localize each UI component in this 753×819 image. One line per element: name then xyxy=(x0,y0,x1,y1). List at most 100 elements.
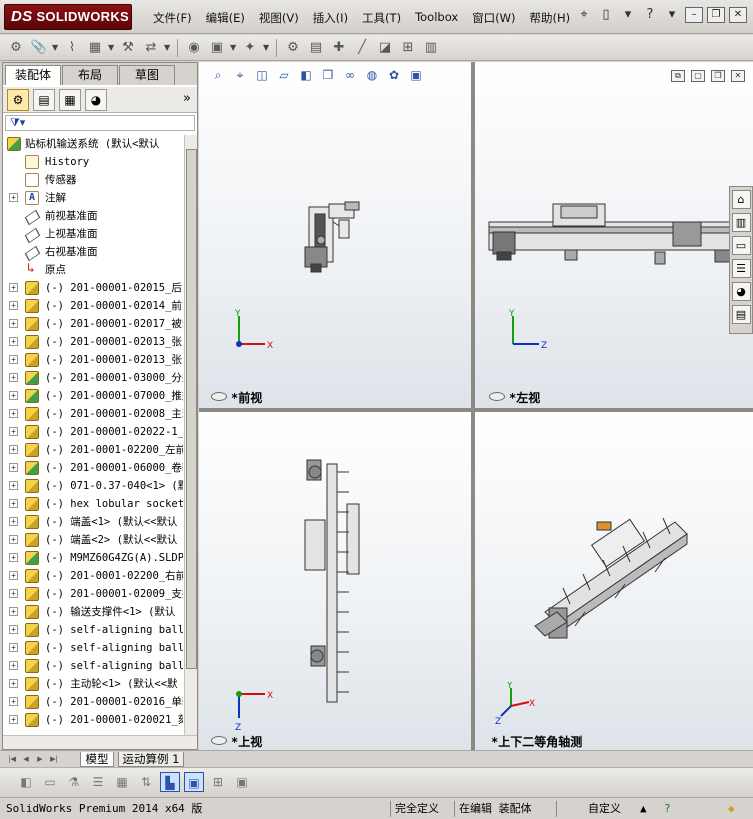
expand-icon[interactable]: + xyxy=(9,697,18,706)
instant3d-icon[interactable]: ▥ xyxy=(421,38,441,58)
reference-geometry-icon[interactable]: ✦ xyxy=(240,38,260,58)
configuration-manager-icon[interactable]: ▦ xyxy=(59,88,81,111)
close-view-icon[interactable]: ✕ xyxy=(731,70,745,82)
menu-tools[interactable]: 工具(T) xyxy=(355,8,408,28)
expand-icon[interactable]: + xyxy=(9,679,18,688)
single-view-icon[interactable]: ▢ xyxy=(691,70,705,82)
expand-icon[interactable]: + xyxy=(9,715,18,724)
property-manager-icon[interactable]: ▤ xyxy=(33,88,55,111)
expand-icon[interactable]: + xyxy=(9,643,18,652)
chevron-down-icon[interactable]: ▾ xyxy=(663,6,681,24)
status-units[interactable]: 自定义 xyxy=(588,801,621,817)
tree-item[interactable]: + (-) self-aligning ball xyxy=(3,639,183,657)
edit-appearance-icon[interactable]: ◍ xyxy=(363,66,381,84)
display-manager-icon[interactable]: ◕ xyxy=(85,88,107,111)
tree-item[interactable]: + (-) 201-00001-02017_被动 xyxy=(3,315,183,333)
apply-scene-icon[interactable]: ✿ xyxy=(385,66,403,84)
tree-item[interactable]: + (-) 输送支撑件<1> (默认 xyxy=(3,603,183,621)
tree-item[interactable]: + (-) 201-00001-020021_刻 xyxy=(3,711,183,729)
tab-motion-study[interactable]: 运动算例 1 xyxy=(118,752,184,767)
eye-icon[interactable] xyxy=(211,736,227,745)
move-component-icon[interactable]: ⇄ xyxy=(141,38,161,58)
expand-icon[interactable]: + xyxy=(9,625,18,634)
expand-icon[interactable]: + xyxy=(9,661,18,670)
chevron-up-icon[interactable]: ▲ xyxy=(640,801,647,817)
playback-icon[interactable]: ⚗ xyxy=(64,772,84,792)
chevron-down-icon[interactable]: ▼ xyxy=(52,43,59,52)
tree-item[interactable]: + (-) 主动轮<1> (默认<<默 xyxy=(3,675,183,693)
expand-icon[interactable]: + xyxy=(9,607,18,616)
expand-icon[interactable]: + xyxy=(9,517,18,526)
chevron-down-icon[interactable]: ▼ xyxy=(263,43,270,52)
show-hidden-icon[interactable]: ◉ xyxy=(184,38,204,58)
expand-icon[interactable]: + xyxy=(9,445,18,454)
tree-item[interactable]: + (-) 201-00001-02008_主动 xyxy=(3,405,183,423)
expand-icon[interactable]: + xyxy=(9,301,18,310)
expand-icon[interactable]: + xyxy=(9,319,18,328)
help-icon[interactable]: ? xyxy=(664,801,671,817)
expand-icon[interactable]: + xyxy=(9,355,18,364)
last-tab-icon[interactable]: ▶| xyxy=(48,753,60,765)
first-tab-icon[interactable]: |◀ xyxy=(6,753,18,765)
new-document-icon[interactable]: ▯ xyxy=(597,6,615,24)
restore-view-icon[interactable]: ❐ xyxy=(711,70,725,82)
sort-icon[interactable]: ⇅ xyxy=(136,772,156,792)
menu-help[interactable]: 帮助(H) xyxy=(523,8,578,28)
expand-icon[interactable]: + xyxy=(9,571,18,580)
timeline-icon[interactable]: ▙ xyxy=(160,771,180,792)
menu-file[interactable]: 文件(F) xyxy=(146,8,199,28)
pin-icon[interactable]: ⌖ xyxy=(575,6,593,24)
tree-item[interactable]: + (-) 201-00001-02015_后凹 xyxy=(3,279,183,297)
eye-icon[interactable] xyxy=(489,392,505,401)
assembly-features-icon[interactable]: ▣ xyxy=(207,38,227,58)
menu-toolbox[interactable]: Toolbox xyxy=(408,8,465,28)
cube-view-icon[interactable]: ▣ xyxy=(184,771,204,792)
tree-item[interactable]: + (-) hex lobular socket xyxy=(3,495,183,513)
tree-vertical-scrollbar[interactable] xyxy=(184,135,197,735)
menu-edit[interactable]: 编辑(E) xyxy=(199,8,252,28)
linear-pattern-icon[interactable]: ▦ xyxy=(85,38,105,58)
expand-icon[interactable]: + xyxy=(9,463,18,472)
tab-model[interactable]: 模型 xyxy=(80,752,114,767)
expand-icon[interactable]: + xyxy=(9,481,18,490)
tree-item[interactable]: + A 注解 xyxy=(3,189,183,207)
scrollbar-thumb[interactable] xyxy=(186,149,197,669)
exploded-view-icon[interactable]: ✚ xyxy=(329,38,349,58)
expand-icon[interactable]: + xyxy=(9,589,18,598)
mate-icon[interactable]: 📎 xyxy=(29,38,49,58)
tree-filter[interactable]: ⧩▾ xyxy=(5,115,195,131)
view-palette-icon[interactable]: ☰ xyxy=(731,259,751,278)
tab-sketch[interactable]: 草图 xyxy=(119,65,175,85)
tree-item[interactable]: + (-) 端盖<1> (默认<<默认 xyxy=(3,513,183,531)
feature-manager-icon[interactable]: ⚙ xyxy=(7,88,29,111)
expand-icon[interactable]: + xyxy=(9,427,18,436)
minimize-button[interactable]: – xyxy=(685,7,703,23)
tree-item[interactable]: + (-) 201-00001-07000_推瓶 xyxy=(3,387,183,405)
tree-item[interactable]: 传感器 xyxy=(3,171,183,189)
expand-icon[interactable]: + xyxy=(9,373,18,382)
tree-item[interactable]: 上视基准面 xyxy=(3,225,183,243)
tree-item[interactable]: 右视基准面 xyxy=(3,243,183,261)
chevron-down-icon[interactable]: ▼ xyxy=(108,43,115,52)
chevron-down-icon[interactable]: ▾ xyxy=(619,6,637,24)
smart-fasteners-icon[interactable]: ⚒ xyxy=(118,38,138,58)
chevron-down-icon[interactable]: ▼ xyxy=(230,43,237,52)
link-views-icon[interactable]: ⧉ xyxy=(671,70,685,82)
tree-item[interactable]: + (-) 201-00001-03000_分瓶 xyxy=(3,369,183,387)
view-settings-icon[interactable]: ▣ xyxy=(407,66,425,84)
tree-item[interactable]: + (-) M9MZ60G4ZG(A).SLDPR xyxy=(3,549,183,567)
tree-item[interactable]: + (-) 201-00001-02013_张紧 xyxy=(3,351,183,369)
interference-detection-icon[interactable]: ◪ xyxy=(375,38,395,58)
tree-item[interactable]: + (-) 201-00001-02009_支撑 xyxy=(3,585,183,603)
expand-icon[interactable]: + xyxy=(9,499,18,508)
zoom-area-icon[interactable]: ⌖ xyxy=(231,66,249,84)
tag-icon[interactable]: ◆ xyxy=(728,801,735,817)
menu-insert[interactable]: 插入(I) xyxy=(306,8,355,28)
viewport-top[interactable]: X Z *上视 xyxy=(199,412,471,752)
expand-icon[interactable]: + xyxy=(9,337,18,346)
tree-item[interactable]: + (-) 201-00001-02014_前凹 xyxy=(3,297,183,315)
section-view-icon[interactable]: ▱ xyxy=(275,66,293,84)
tree-item[interactable]: + (-) self-aligning ball xyxy=(3,657,183,675)
calculate-icon[interactable]: ◧ xyxy=(16,772,36,792)
zoom-to-fit-icon[interactable]: ⌕ xyxy=(209,66,227,84)
